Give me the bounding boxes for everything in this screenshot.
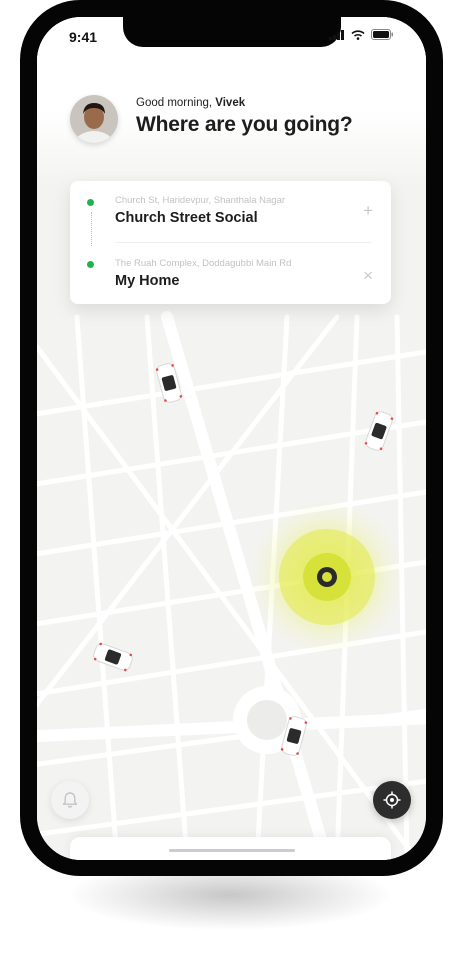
app-screen: 9:41 Good morning, Vivek Where are you g… [37,17,426,860]
user-avatar[interactable] [70,95,118,143]
cellular-signal-icon [329,29,344,40]
pickup-address: Church St, Haridevpur, Shanthala Nagar [115,195,286,206]
bell-icon [62,792,78,808]
pickup-dot [87,199,94,206]
pickup-name: Church Street Social [115,210,258,226]
notifications-button[interactable] [51,781,89,819]
locate-me-button[interactable] [373,781,411,819]
route-divider [115,242,371,243]
dropoff-name: My Home [115,273,180,289]
crosshair-icon [383,791,401,809]
page-title: Where are you going? [136,113,353,136]
route-connector [90,212,92,246]
home-indicator[interactable] [169,849,295,852]
avatar-image [70,95,118,143]
greeting-text: Good morning, Vivek [136,97,246,109]
dropoff-dot [87,261,94,268]
dropoff-address: The Ruah Complex, Doddagubbi Main Rd [115,258,292,269]
route-card: Church St, Haridevpur, Shanthala Nagar C… [70,181,391,304]
phone-frame: 9:41 Good morning, Vivek Where are you g… [20,0,443,876]
wifi-icon [351,29,365,40]
status-icons [329,29,394,40]
status-time: 9:41 [69,29,98,45]
user-name: Vivek [215,97,246,109]
battery-icon [371,29,393,40]
clear-destination-button[interactable]: × [363,267,373,284]
add-stop-button[interactable]: + [363,202,373,219]
notch [123,17,341,47]
